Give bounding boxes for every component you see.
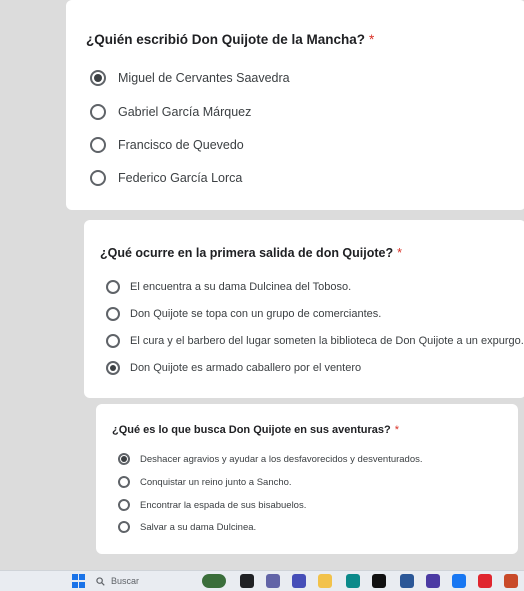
teams-icon[interactable]: [292, 574, 306, 588]
option-label: El cura y el barbero del lugar someten l…: [130, 335, 524, 347]
option-label: Deshacer agravios y ayudar a los desfavo…: [140, 453, 423, 465]
radio-icon[interactable]: [118, 476, 130, 488]
option-espada[interactable]: Encontrar la espada de sus bisabuelos.: [118, 499, 306, 511]
option-cervantes[interactable]: Miguel de Cervantes Saavedra: [90, 70, 290, 86]
radio-icon[interactable]: [118, 499, 130, 511]
question-card-1: ¿Quién escribió Don Quijote de la Mancha…: [66, 0, 524, 210]
radio-icon[interactable]: [90, 170, 106, 186]
option-label: Conquistar un reino junto a Sancho.: [140, 476, 292, 488]
radio-checked-icon[interactable]: [118, 453, 130, 465]
game-icon[interactable]: [504, 574, 518, 588]
file-explorer-icon[interactable]: [318, 574, 332, 588]
option-label: Don Quijote se topa con un grupo de come…: [130, 308, 382, 320]
option-label: Encontrar la espada de sus bisabuelos.: [140, 499, 307, 511]
radio-icon[interactable]: [106, 307, 120, 321]
option-label: Don Quijote es armado caballero por el v…: [130, 362, 362, 374]
option-label: Miguel de Cervantes Saavedra: [118, 71, 290, 85]
option-deshacer-agravios[interactable]: Deshacer agravios y ayudar a los desfavo…: [118, 453, 423, 465]
option-expurgo[interactable]: El cura y el barbero del lugar someten l…: [106, 334, 524, 348]
radio-checked-icon[interactable]: [90, 70, 106, 86]
edge-icon[interactable]: [346, 574, 360, 588]
question-title: ¿Quién escribió Don Quijote de la Mancha…: [86, 32, 374, 47]
option-label: Federico García Lorca: [118, 171, 243, 185]
required-mark: *: [369, 32, 375, 47]
required-mark: *: [394, 424, 400, 436]
taskbar-search[interactable]: Buscar: [96, 574, 186, 588]
option-quevedo[interactable]: Francisco de Quevedo: [90, 137, 244, 153]
option-lorca[interactable]: Federico García Lorca: [90, 170, 242, 186]
question-text: ¿Quién escribió Don Quijote de la Mancha…: [86, 32, 366, 47]
chat-icon[interactable]: [266, 574, 280, 588]
option-armado-caballero[interactable]: Don Quijote es armado caballero por el v…: [106, 361, 361, 375]
weather-widget-icon[interactable]: [202, 574, 226, 588]
radio-icon[interactable]: [90, 104, 106, 120]
option-salvar-dulcinea[interactable]: Salvar a su dama Dulcinea.: [118, 521, 256, 533]
option-label: El encuentra a su dama Dulcinea del Tobo…: [130, 281, 352, 293]
question-text: ¿Qué es lo que busca Don Quijote en sus …: [112, 424, 391, 436]
question-title: ¿Qué es lo que busca Don Quijote en sus …: [112, 424, 399, 436]
option-comerciantes[interactable]: Don Quijote se topa con un grupo de come…: [106, 307, 381, 321]
app-icon[interactable]: [426, 574, 440, 588]
search-placeholder: Buscar: [111, 576, 140, 586]
option-dulcinea[interactable]: El encuentra a su dama Dulcinea del Tobo…: [106, 280, 351, 294]
option-label: Gabriel García Márquez: [118, 105, 252, 119]
tiktok-icon[interactable]: [372, 574, 386, 588]
search-icon: [96, 576, 105, 586]
option-garcia-marquez[interactable]: Gabriel García Márquez: [90, 104, 251, 120]
option-label: Francisco de Quevedo: [118, 138, 244, 152]
option-label: Salvar a su dama Dulcinea.: [140, 521, 257, 533]
radio-icon[interactable]: [118, 521, 130, 533]
question-text: ¿Qué ocurre en la primera salida de don …: [100, 246, 394, 260]
radio-icon[interactable]: [106, 280, 120, 294]
required-mark: *: [397, 246, 402, 260]
opera-icon[interactable]: [478, 574, 492, 588]
question-card-2: ¿Qué ocurre en la primera salida de don …: [84, 220, 524, 398]
radio-checked-icon[interactable]: [106, 361, 120, 375]
radio-icon[interactable]: [106, 334, 120, 348]
taskbar: Buscar: [0, 570, 524, 591]
option-conquistar-reino[interactable]: Conquistar un reino junto a Sancho.: [118, 476, 292, 488]
radio-icon[interactable]: [90, 137, 106, 153]
task-view-icon[interactable]: [240, 574, 254, 588]
facebook-icon[interactable]: [452, 574, 466, 588]
store-icon[interactable]: [400, 574, 414, 588]
question-card-3: ¿Qué es lo que busca Don Quijote en sus …: [96, 404, 518, 554]
windows-start-icon[interactable]: [72, 574, 86, 588]
question-title: ¿Qué ocurre en la primera salida de don …: [100, 246, 402, 260]
